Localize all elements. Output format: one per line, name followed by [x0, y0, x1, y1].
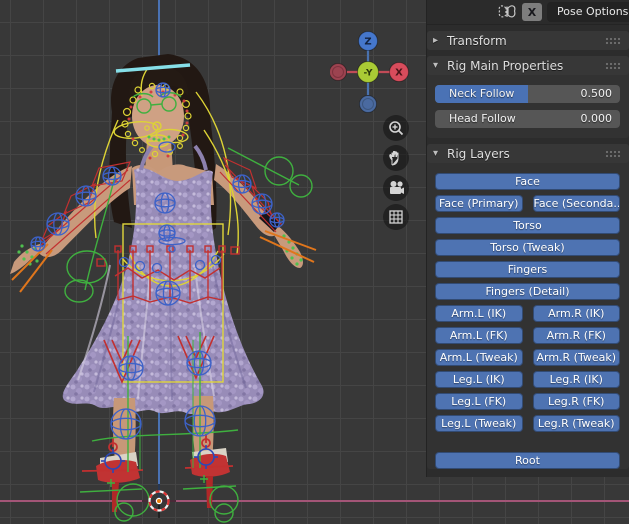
head-follow-slider[interactable]: Head Follow 0.000 [435, 110, 620, 128]
svg-text:Z: Z [364, 37, 371, 48]
perspective-toggle-button[interactable] [383, 204, 409, 230]
panel-header-rig-layers[interactable]: ▾ Rig Layers [427, 144, 629, 163]
rig-layer-arm-l-ik[interactable]: Arm.L (IK) [435, 305, 523, 322]
viewport-header: X Pose Options [427, 0, 629, 25]
gizmo-neg-z-ball[interactable] [359, 95, 377, 113]
slider-value: 0.500 [580, 87, 613, 100]
rig-layer-leg-l-tweak[interactable]: Leg.L (Tweak) [435, 415, 523, 432]
svg-text:X: X [395, 68, 403, 79]
rig-layer-leg-r-fk[interactable]: Leg.R (FK) [532, 393, 620, 410]
cursor-3d [142, 484, 176, 518]
camera-view-button[interactable] [383, 175, 409, 201]
panel-drag-handle[interactable] [605, 150, 621, 157]
panel-header-transform[interactable]: ▸ Transform [427, 31, 629, 50]
blender-3d-viewport: X Z -Y X Pose Options ▸ Transform ▾ Rig … [0, 0, 629, 524]
rig-layer-arm-r-ik[interactable]: Arm.R (IK) [532, 305, 620, 322]
axis-gizmo[interactable]: X Z -Y [330, 25, 410, 120]
dress-bodice [130, 168, 216, 253]
rig-layer-fingers[interactable]: Fingers [435, 261, 620, 278]
gizmo-x-ball[interactable]: X [389, 62, 409, 82]
magnifier-icon [389, 121, 404, 136]
rig-layer-face-primary[interactable]: Face (Primary) [435, 195, 523, 212]
slider-label: Head Follow [449, 112, 516, 125]
expand-chevron-icon: ▾ [433, 60, 439, 71]
pan-button[interactable] [383, 145, 409, 171]
rig-layer-leg-r-ik[interactable]: Leg.R (IK) [532, 371, 620, 388]
x-mirror-butterfly-icon[interactable] [497, 3, 517, 21]
rig-layer-fingers-detail[interactable]: Fingers (Detail) [435, 283, 620, 300]
viewport-canvas[interactable] [0, 0, 350, 524]
x-axis-mirror-toggle[interactable]: X [522, 3, 542, 21]
hand-icon [389, 151, 399, 166]
rig-layer-root[interactable]: Root [435, 452, 620, 469]
rig-layer-arm-r-fk[interactable]: Arm.R (FK) [532, 327, 620, 344]
neck-follow-slider[interactable]: Neck Follow 0.500 [435, 85, 620, 103]
rig-layer-face[interactable]: Face [435, 173, 620, 190]
panel-title: Rig Layers [447, 146, 510, 161]
panel-rig-main-properties: ▾ Rig Main Properties Neck Follow 0.500 … [427, 56, 629, 138]
rig-layer-leg-l-ik[interactable]: Leg.L (IK) [435, 371, 523, 388]
rig-layer-face-secondary[interactable]: Face (Seconda... [532, 195, 620, 212]
panel-drag-handle[interactable] [605, 62, 621, 69]
sidebar-region: X Pose Options ▸ Transform ▾ Rig Main Pr… [426, 0, 629, 477]
slider-label: Neck Follow [449, 87, 515, 100]
pose-options-dropdown[interactable]: Pose Options [547, 2, 629, 22]
rig-layer-arm-l-fk[interactable]: Arm.L (FK) [435, 327, 523, 344]
slider-value: 0.000 [580, 112, 613, 125]
expand-chevron-icon: ▸ [433, 35, 439, 46]
rig-layer-arm-r-tweak[interactable]: Arm.R (Tweak) [532, 349, 620, 366]
panel-rig-layers: ▾ Rig Layers Face Face (Primary) Face (S… [427, 144, 629, 469]
panel-transform: ▸ Transform [427, 31, 629, 50]
rig-layer-arm-l-tweak[interactable]: Arm.L (Tweak) [435, 349, 523, 366]
gizmo-neg-y-ball[interactable]: -Y [357, 61, 379, 83]
zoom-button[interactable] [383, 115, 409, 141]
panel-header-rig-main-properties[interactable]: ▾ Rig Main Properties [427, 56, 629, 75]
panel-drag-handle[interactable] [605, 37, 621, 44]
rig-layer-torso[interactable]: Torso [435, 217, 620, 234]
rig-layer-leg-r-tweak[interactable]: Leg.R (Tweak) [532, 415, 620, 432]
rig-layer-leg-l-fk[interactable]: Leg.L (FK) [435, 393, 523, 410]
panel-title: Transform [447, 33, 507, 48]
expand-chevron-icon: ▾ [433, 148, 439, 159]
gizmo-z-ball[interactable]: Z [358, 31, 378, 51]
grid-icon [389, 210, 403, 224]
panel-title: Rig Main Properties [447, 58, 564, 73]
rig-layer-torso-tweak[interactable]: Torso (Tweak) [435, 239, 620, 256]
svg-text:-Y: -Y [364, 69, 373, 79]
movie-camera-icon [389, 181, 404, 194]
right-hand [272, 226, 303, 268]
gizmo-neg-x-ball[interactable] [330, 63, 347, 81]
